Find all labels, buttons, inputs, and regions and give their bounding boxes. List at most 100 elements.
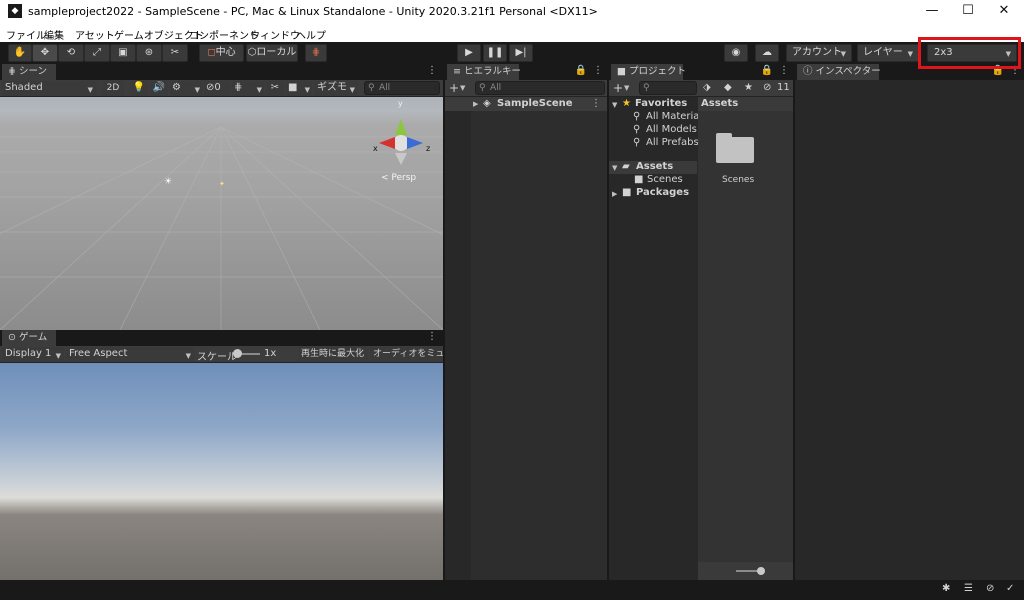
search-icon: ⚲ — [643, 83, 650, 93]
camera-gizmo-icon[interactable]: ✦ — [219, 180, 225, 188]
hidden-objects-toggle[interactable]: ⊘0 — [204, 81, 230, 96]
add-button[interactable]: + — [449, 81, 459, 95]
orientation-gizmo[interactable] — [370, 97, 440, 177]
chevron-down-icon[interactable]: ▼ — [460, 84, 465, 92]
scene-menu-icon[interactable]: ⋮ — [591, 98, 601, 109]
hidden-count: 11 — [777, 82, 790, 93]
tab-inspector[interactable]: ⓘ インスペクター — [797, 64, 881, 80]
filter-type-icon[interactable]: ⬗ — [703, 82, 711, 93]
collab-button[interactable]: ◉ — [724, 44, 748, 62]
rect-tool-button[interactable]: ▣ — [110, 44, 136, 62]
audio-toggle[interactable]: 🔊 — [150, 81, 168, 96]
play-button[interactable]: ▶ — [457, 44, 481, 62]
scene-viewport[interactable]: ☀ ✦ y x z < Persp — [0, 97, 443, 330]
custom-tool-button[interactable]: ✂ — [162, 44, 188, 62]
scale-label: スケール — [197, 352, 237, 363]
account-dropdown[interactable]: アカウント ▼ — [786, 44, 852, 62]
cloud-button[interactable]: ☁ — [755, 44, 779, 62]
bug-icon[interactable]: ✱ — [942, 583, 950, 594]
space-toggle-button[interactable]: ⬡ローカル — [246, 44, 298, 62]
minimize-button[interactable]: — — [914, 0, 950, 24]
zoom-slider-handle[interactable] — [757, 567, 765, 575]
2d-toggle-button[interactable]: 2D — [102, 81, 124, 96]
gizmos-dropdown[interactable]: ギズモ ▼ — [314, 81, 358, 96]
panel-menu-icon[interactable]: ⋮ — [593, 65, 603, 76]
step-button[interactable]: ▶| — [509, 44, 533, 62]
menu-edit[interactable]: 編集 — [44, 27, 64, 42]
panel-menu-icon[interactable]: ⋮ — [427, 65, 437, 76]
mute-audio-toggle[interactable]: オーディオをミュート — [370, 347, 443, 362]
camera-dropdown[interactable]: ■ ▼ — [286, 81, 312, 96]
filter-label-icon[interactable]: ◆ — [724, 82, 732, 93]
inspector-content — [795, 80, 1024, 580]
progress-check-icon[interactable]: ✓ — [1006, 583, 1014, 594]
panel-menu-icon[interactable]: ⋮ — [427, 331, 437, 342]
chevron-right-icon[interactable]: ▶ — [612, 190, 617, 198]
maximize-button[interactable]: ☐ — [950, 0, 986, 24]
tab-project[interactable]: ■ プロジェクト — [611, 64, 686, 80]
project-search-input[interactable]: ⚲ — [639, 81, 697, 95]
scenes-folder-item[interactable] — [716, 133, 754, 163]
lock-icon[interactable]: 🔒 — [761, 65, 773, 76]
favorites-row[interactable]: ▼ ★ Favorites — [609, 98, 697, 111]
chevron-down-icon[interactable]: ▼ — [612, 164, 617, 172]
pause-button[interactable]: ❚❚ — [483, 44, 507, 62]
menu-assets[interactable]: アセット — [75, 27, 115, 42]
scale-slider-handle[interactable] — [233, 349, 242, 358]
shading-mode-dropdown[interactable]: Shaded ▼ — [2, 81, 96, 96]
move-tool-button[interactable]: ✥ — [32, 44, 58, 62]
persp-label[interactable]: < Persp — [381, 173, 416, 183]
pivot-toggle-button[interactable]: ◻中心 — [199, 44, 244, 62]
close-button[interactable]: ✕ — [986, 0, 1022, 24]
rotate-tool-button[interactable]: ⟲ — [58, 44, 84, 62]
hand-tool-button[interactable]: ✋ — [8, 44, 32, 62]
packages-folder-row[interactable]: ▶ ■ Packages — [609, 187, 697, 200]
tab-game[interactable]: ⊙ ゲーム — [2, 330, 56, 346]
tab-hierarchy[interactable]: ≡ ヒエラルキー — [447, 64, 521, 80]
effects-dropdown[interactable]: ⚙ ▼ — [170, 81, 202, 96]
star-icon[interactable]: ★ — [744, 82, 753, 93]
game-tab-bar: ⊙ ゲーム ⋮ — [0, 330, 443, 346]
transform-tool-button[interactable]: ⊛ — [136, 44, 162, 62]
auto-generate-lighting-icon[interactable]: ⊘ — [986, 583, 994, 594]
grid-dropdown[interactable]: ⋕ ▼ — [232, 81, 264, 96]
scenes-folder-row[interactable]: ■ Scenes — [609, 174, 697, 187]
tools-toggle[interactable]: ✂ — [266, 81, 284, 96]
scale-tool-button[interactable]: ⤢ — [84, 44, 110, 62]
tab-scene[interactable]: ⋕ シーン — [2, 64, 56, 80]
chevron-down-icon[interactable]: ▼ — [624, 84, 629, 92]
chevron-right-icon[interactable]: ▶ — [473, 100, 478, 108]
hierarchy-scene-row[interactable]: ▶ ◈ SampleScene ⋮ — [445, 97, 607, 111]
menu-file[interactable]: ファイル — [6, 27, 46, 42]
hierarchy-search-input[interactable]: ⚲ All — [475, 81, 605, 95]
project-toolbar: + ▼ ⚲ ⬗ ◆ ★ ⊘ 11 — [609, 80, 793, 97]
chevron-down-icon[interactable]: ▼ — [612, 101, 617, 109]
panel-menu-icon[interactable]: ⋮ — [779, 65, 789, 76]
eye-hidden-icon[interactable]: ⊘ — [763, 82, 771, 93]
cache-server-icon[interactable]: ☰ — [964, 583, 973, 594]
display-dropdown[interactable]: Display 1 ▼ — [2, 347, 64, 362]
menu-window[interactable]: ウィンドウ — [250, 27, 300, 42]
aspect-dropdown[interactable]: Free Aspect ▼ — [66, 347, 194, 362]
scene-search-input[interactable]: ⚲ All — [364, 81, 440, 95]
light-gizmo-icon[interactable]: ☀ — [164, 177, 172, 187]
grid-snap-button[interactable]: ⋕ — [305, 44, 327, 62]
menu-help[interactable]: ヘルプ — [296, 27, 326, 42]
lock-icon[interactable]: 🔒 — [575, 65, 587, 76]
info-icon: ⓘ — [803, 66, 816, 77]
assets-folder-row[interactable]: ▼ ▰ Assets — [609, 161, 697, 174]
favorite-item[interactable]: ⚲ All Models — [609, 124, 697, 137]
add-button[interactable]: + — [613, 81, 623, 95]
maximize-on-play-toggle[interactable]: 再生時に最大化 — [298, 347, 368, 362]
scene-panel: ⋕ シーン ⋮ Shaded ▼ 2D 💡 🔊 ⚙ ▼ ⊘0 ⋕ ▼ ✂ ■ ▼ ギズモ… — [0, 64, 443, 330]
lighting-toggle[interactable]: 💡 — [130, 81, 148, 96]
layers-dropdown[interactable]: レイヤー ▼ — [857, 44, 919, 62]
play-icon: ▶ — [465, 47, 473, 58]
search-icon: ⚲ — [633, 137, 641, 148]
menu-component[interactable]: コンポーネント — [189, 27, 259, 42]
tab-scene-label: シーン — [18, 66, 48, 77]
favorite-item[interactable]: ⚲ All Materia — [609, 111, 699, 124]
chevron-down-icon: ▼ — [304, 86, 310, 94]
game-viewport[interactable] — [0, 363, 443, 580]
favorite-item[interactable]: ⚲ All Prefabs — [609, 137, 699, 150]
